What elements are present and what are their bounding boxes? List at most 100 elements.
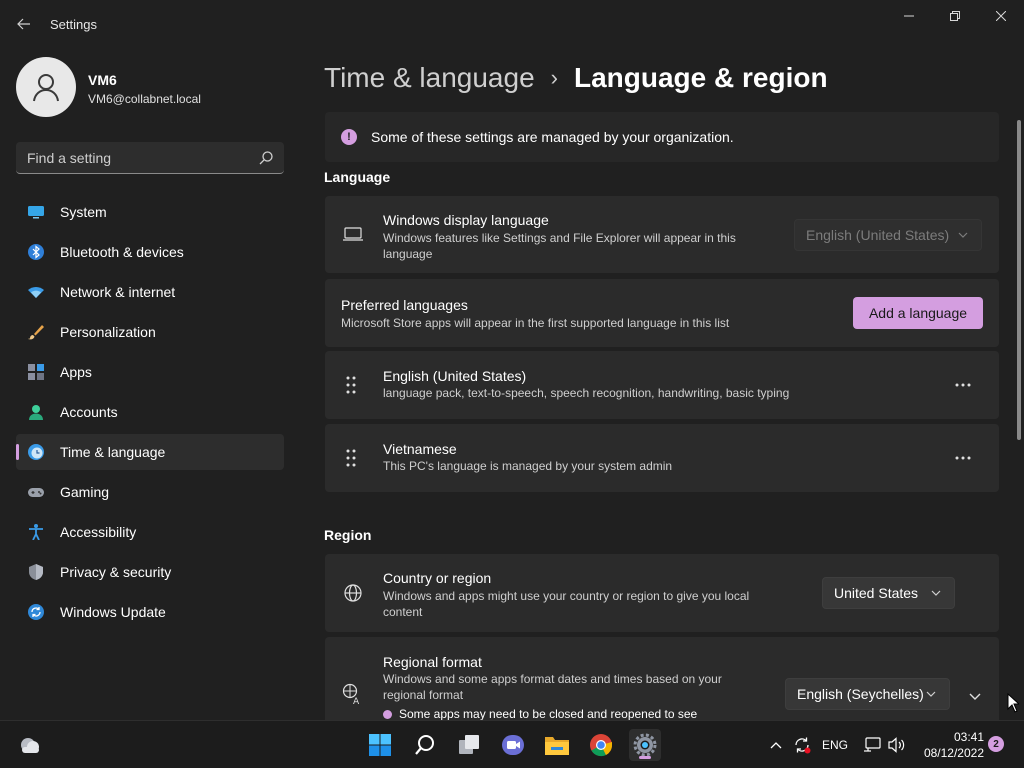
video-chat-icon <box>502 735 524 755</box>
sidebar-item-label: Privacy & security <box>60 564 172 580</box>
sidebar-item-label: Personalization <box>60 324 156 340</box>
clock-time: 03:41 <box>953 730 984 744</box>
sidebar-item-bluetooth[interactable]: Bluetooth & devices <box>16 234 284 270</box>
show-hidden-icons-button[interactable] <box>764 721 788 768</box>
sidebar-item-label: Bluetooth & devices <box>60 244 184 260</box>
chat-button[interactable] <box>497 729 529 761</box>
chevron-down-icon <box>958 232 968 238</box>
settings-app-button[interactable] <box>629 729 661 761</box>
sidebar-item-label: Accounts <box>60 404 118 420</box>
minimize-button[interactable] <box>886 0 932 32</box>
title-bar: Settings <box>0 0 1024 48</box>
display-language-dropdown[interactable]: English (United States) <box>794 219 982 251</box>
arrow-left-icon <box>17 18 30 30</box>
language-item-vietnamese[interactable]: Vietnamese This PC's language is managed… <box>325 424 999 492</box>
row-description: Windows features like Settings and File … <box>383 231 736 261</box>
maximize-button[interactable] <box>932 0 978 32</box>
managed-info-bar: ! Some of these settings are managed by … <box>325 112 999 162</box>
bluetooth-icon <box>28 244 44 260</box>
breadcrumb-parent[interactable]: Time & language <box>324 62 535 94</box>
regional-format-dropdown[interactable]: English (Seychelles) <box>785 678 950 710</box>
start-button[interactable] <box>364 729 396 761</box>
wifi-icon <box>28 287 44 298</box>
section-title-language: Language <box>324 169 391 185</box>
row-title: Preferred languages <box>341 297 468 313</box>
clock-globe-icon <box>28 444 44 460</box>
weather-widget[interactable] <box>14 729 46 761</box>
drag-handle-icon[interactable] <box>344 448 358 468</box>
add-language-button[interactable]: Add a language <box>853 297 983 329</box>
sidebar-item-accounts[interactable]: Accounts <box>16 394 284 430</box>
chrome-button[interactable] <box>585 729 617 761</box>
sidebar-item-accessibility[interactable]: Accessibility <box>16 514 284 550</box>
page-title: Language & region <box>573 62 828 93</box>
more-icon <box>955 456 971 460</box>
regional-format-row[interactable]: A Regional format Windows and some apps … <box>325 637 999 721</box>
scrollbar-thumb[interactable] <box>1017 120 1021 440</box>
search-icon <box>415 735 434 755</box>
drag-handle-icon[interactable] <box>344 375 358 395</box>
person-icon <box>33 74 59 102</box>
cloud-icon <box>21 738 39 753</box>
task-view-icon <box>459 735 479 754</box>
sidebar-item-personalization[interactable]: Personalization <box>16 314 284 350</box>
person-icon <box>29 405 43 420</box>
sync-icon <box>795 737 811 754</box>
restore-icon <box>950 11 960 21</box>
sidebar-item-system[interactable]: System <box>16 194 284 230</box>
row-title: Windows display language <box>383 212 549 228</box>
apps-icon <box>28 364 44 380</box>
file-explorer-button[interactable] <box>541 729 573 761</box>
sync-status-button[interactable] <box>790 721 814 768</box>
sidebar-item-label: Gaming <box>60 484 110 500</box>
volume-button[interactable] <box>885 721 909 768</box>
search-box <box>16 142 284 174</box>
sidebar-item-apps[interactable]: Apps <box>16 354 284 390</box>
brush-icon <box>28 325 44 340</box>
more-options-button[interactable] <box>949 446 977 470</box>
search-taskbar-button[interactable] <box>409 729 441 761</box>
more-options-button[interactable] <box>949 373 977 397</box>
sidebar-item-network[interactable]: Network & internet <box>16 274 284 310</box>
monitor-icon <box>28 206 44 219</box>
notification-badge[interactable]: 2 <box>988 736 1004 752</box>
language-item-english[interactable]: English (United States) language pack, t… <box>325 351 999 419</box>
network-status-button[interactable] <box>860 721 884 768</box>
note-dot-icon <box>383 710 392 720</box>
search-input[interactable] <box>16 142 256 173</box>
expand-button[interactable] <box>963 684 987 708</box>
row-description: language pack, text-to-speech, speech re… <box>383 386 790 400</box>
dropdown-value: English (Seychelles) <box>797 686 924 702</box>
svg-text:A: A <box>353 697 360 705</box>
clock[interactable]: 03:41 08/12/2022 <box>916 729 984 761</box>
sidebar-item-label: Accessibility <box>60 524 137 540</box>
sidebar-nav: System Bluetooth & devices Network & int… <box>16 194 284 634</box>
folder-icon <box>545 737 569 755</box>
sidebar-item-label: Windows Update <box>60 604 166 620</box>
sidebar-item-privacy[interactable]: Privacy & security <box>16 554 284 590</box>
search-icon[interactable] <box>258 150 274 166</box>
info-icon: ! <box>341 129 357 145</box>
chevron-down-icon <box>926 691 936 697</box>
chevron-down-icon <box>931 590 941 596</box>
close-button[interactable] <box>978 0 1024 32</box>
close-icon <box>996 11 1006 21</box>
section-title-region: Region <box>324 527 372 543</box>
clock-date: 08/12/2022 <box>923 746 984 760</box>
task-view-button[interactable] <box>453 729 485 761</box>
info-text: Some of these settings are managed by yo… <box>371 129 734 145</box>
sidebar-item-windows-update[interactable]: Windows Update <box>16 594 284 630</box>
more-icon <box>955 383 971 387</box>
network-icon <box>864 737 881 752</box>
breadcrumb: Time & language › Language & region <box>324 58 828 98</box>
country-dropdown[interactable]: United States <box>822 577 955 609</box>
minimize-icon <box>904 15 914 17</box>
sidebar-item-gaming[interactable]: Gaming <box>16 474 284 510</box>
back-button[interactable] <box>12 10 36 38</box>
country-region-row: Country or region Windows and apps might… <box>325 554 999 632</box>
globe-icon <box>344 584 362 602</box>
sidebar-item-time-language[interactable]: Time & language <box>16 434 284 470</box>
taskbar: ENG 03:41 08/12/2022 <box>0 720 1024 768</box>
row-title: Vietnamese <box>383 441 457 457</box>
input-language-indicator[interactable]: ENG <box>818 721 852 768</box>
